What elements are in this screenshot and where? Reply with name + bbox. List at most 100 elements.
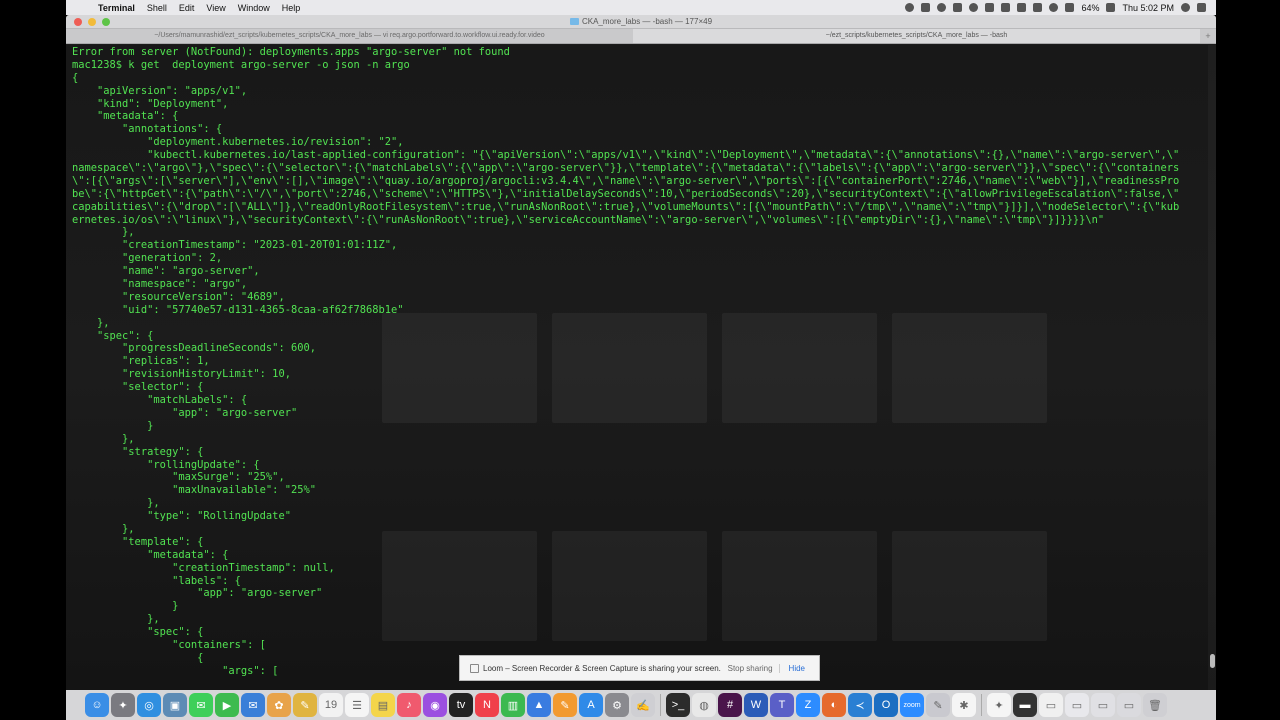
chrome-icon-glyph: ◍	[699, 699, 709, 712]
terminal-icon[interactable]: >_	[666, 693, 690, 717]
menu-shell[interactable]: Shell	[147, 3, 167, 13]
screen-share-icon[interactable]	[953, 3, 963, 12]
menu-edit[interactable]: Edit	[179, 3, 195, 13]
new-tab-button[interactable]: +	[1200, 29, 1216, 43]
document-icon[interactable]: ▭	[1039, 693, 1063, 717]
facetime-icon[interactable]: ▶	[215, 693, 239, 717]
terminal-line: "kubectl.kubernetes.io/last-applied-conf…	[72, 149, 1180, 162]
menubar-clock[interactable]: Thu 5:02 PM	[1122, 3, 1174, 13]
tab-bash-session[interactable]: ~/ezt_scripts/kubernetes_scripts/CKA_mor…	[633, 29, 1200, 43]
terminal-scrollbar[interactable]	[1208, 45, 1216, 690]
zoom-meeting-icon[interactable]: zoom	[900, 693, 924, 717]
launchpad-icon[interactable]: ✦	[111, 693, 135, 717]
slack-icon[interactable]: #	[718, 693, 742, 717]
keynote-icon[interactable]: ▲	[527, 693, 551, 717]
photos-icon[interactable]: ✿	[267, 693, 291, 717]
menu-view[interactable]: View	[206, 3, 225, 13]
outlook-icon[interactable]: O	[874, 693, 898, 717]
safari-icon[interactable]: ◎	[137, 693, 161, 717]
word-icon[interactable]: W	[744, 693, 768, 717]
terminal-line: \":[{\"args\":[\"server\"],\"env\":[],\"…	[72, 174, 1180, 187]
chrome-icon[interactable]: ◍	[692, 693, 716, 717]
music-icon-glyph: ♪	[406, 699, 412, 711]
control-center-icon[interactable]	[1197, 3, 1206, 12]
menu-window[interactable]: Window	[238, 3, 270, 13]
system-preferences-icon[interactable]: ⚙	[605, 693, 629, 717]
trash-icon-glyph: 🗑	[1148, 699, 1162, 712]
facetime-icon-glyph: ▶	[222, 699, 232, 712]
outlook-icon-glyph: O	[881, 699, 891, 711]
window-titlebar[interactable]: CKA_more_labs — -bash — 177×49	[66, 15, 1216, 29]
menu-bar: Terminal Shell Edit View Window Help 64%…	[66, 0, 1216, 15]
menu-help[interactable]: Help	[282, 3, 301, 13]
github-icon[interactable]: ✦	[987, 693, 1011, 717]
zoom-icon-glyph: Z	[804, 699, 812, 711]
bluetooth-icon[interactable]	[1033, 3, 1043, 12]
app-store-icon-glyph: A	[587, 699, 595, 711]
news-icon[interactable]: N	[475, 693, 499, 717]
launchpad-icon-glyph: ✦	[118, 699, 128, 712]
tv-icon[interactable]: tv	[449, 693, 473, 717]
loom-status-icon[interactable]	[937, 3, 947, 12]
hide-button[interactable]: Hide	[778, 663, 811, 673]
script-editor-icon[interactable]: ✍	[631, 693, 655, 717]
music-icon[interactable]: ♪	[397, 693, 421, 717]
spotlight-icon[interactable]	[1181, 3, 1190, 12]
focus-icon[interactable]	[969, 3, 979, 12]
stickies-icon[interactable]: ▤	[371, 693, 395, 717]
downloads-icon[interactable]: ▭	[1117, 693, 1141, 717]
finder-icon[interactable]: ☺	[85, 693, 109, 717]
numbers-icon[interactable]: ▥	[501, 693, 525, 717]
preview-doc-icon[interactable]: ▭	[1065, 693, 1089, 717]
finder-icon-glyph: ☺	[91, 699, 103, 711]
stacks-terminal-icon[interactable]: ▬	[1013, 693, 1037, 717]
battery-percent[interactable]: 64%	[1081, 3, 1099, 13]
notepad-icon[interactable]: ✎	[926, 693, 950, 717]
podcasts-icon[interactable]: ◉	[423, 693, 447, 717]
pages-icon[interactable]: ✎	[553, 693, 577, 717]
terminal-line: "metadata": {	[72, 110, 179, 123]
stickies-icon-glyph: ▤	[377, 699, 389, 712]
firefox-icon[interactable]: ◐	[822, 693, 846, 717]
keynote-icon-glyph: ▲	[533, 699, 545, 711]
calendar-icon[interactable]: 19	[319, 693, 343, 717]
flag-icon[interactable]	[1017, 3, 1027, 12]
wifi-icon[interactable]	[1049, 3, 1059, 12]
menu-app-terminal[interactable]: Terminal	[98, 3, 135, 13]
preview-icon[interactable]: ▣	[163, 693, 187, 717]
dropbox-icon[interactable]	[921, 3, 931, 12]
stop-sharing-button[interactable]: Stop sharing	[722, 664, 779, 673]
volume-icon[interactable]	[1065, 3, 1075, 12]
notepad-icon-glyph: ✎	[933, 699, 943, 712]
teams-icon[interactable]: T	[770, 693, 794, 717]
terminal-line: },	[72, 316, 110, 329]
terminal-line: "maxSurge": "25%",	[72, 471, 285, 484]
app-store-icon[interactable]: A	[579, 693, 603, 717]
notes-icon[interactable]: ✎	[293, 693, 317, 717]
vscode-icon[interactable]: ≺	[848, 693, 872, 717]
tab-vi-session[interactable]: ~/Users/mamunrashid/ezt_scripts/kubernet…	[66, 29, 633, 43]
terminal-output[interactable]: Error from server (NotFound): deployment…	[66, 45, 1216, 690]
vscode-icon-glyph: ≺	[855, 699, 865, 712]
loom-icon[interactable]: ✱	[952, 693, 976, 717]
zoom-icon[interactable]: Z	[796, 693, 820, 717]
terminal-line: "metadata": {	[72, 548, 229, 561]
left-black-border	[0, 15, 66, 690]
mail-icon[interactable]: ✉	[241, 693, 265, 717]
terminal-line: namespace\":\"argo\"},\"spec\":{\"select…	[72, 162, 1180, 175]
terminal-line: "spec": {	[72, 329, 154, 342]
notes-icon-glyph: ✎	[300, 699, 310, 712]
screen: Terminal Shell Edit View Window Help 64%…	[0, 0, 1280, 720]
folder-stack-icon[interactable]: ▭	[1091, 693, 1115, 717]
terminal-line: "deployment.kubernetes.io/revision": "2"…	[72, 136, 404, 149]
trash-icon[interactable]: 🗑	[1143, 693, 1167, 717]
messages-icon[interactable]: ✉	[189, 693, 213, 717]
reminders-icon[interactable]: ☰	[345, 693, 369, 717]
battery-icon[interactable]	[1106, 3, 1116, 12]
slack-icon-glyph: #	[726, 699, 734, 711]
clipboard-icon[interactable]	[985, 3, 995, 12]
display-icon[interactable]	[1001, 3, 1011, 12]
downloads-icon-glyph: ▭	[1123, 699, 1135, 712]
microphone-icon[interactable]	[905, 3, 915, 12]
scrollbar-thumb[interactable]	[1210, 654, 1215, 668]
